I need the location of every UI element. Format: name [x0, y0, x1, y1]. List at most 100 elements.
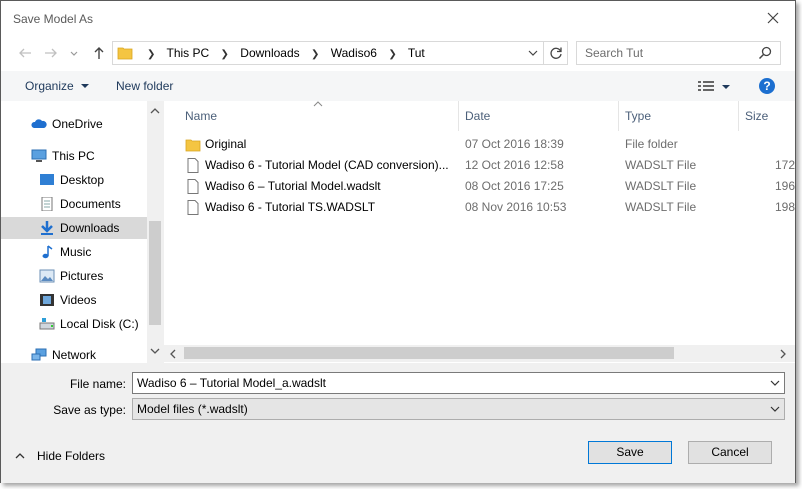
- forward-arrow-icon[interactable]: [43, 45, 59, 61]
- file-date: 08 Nov 2016 10:53: [465, 200, 567, 214]
- organize-dropdown-icon: [81, 84, 90, 88]
- scroll-up-icon[interactable]: [150, 107, 160, 115]
- sidebar-item-music[interactable]: Music: [31, 241, 147, 263]
- file-icon: [187, 200, 199, 215]
- network-icon: [31, 348, 47, 361]
- refresh-icon[interactable]: [548, 45, 564, 61]
- sidebar-item-label: OneDrive: [52, 117, 103, 131]
- sidebar-item-network[interactable]: Network: [23, 344, 147, 363]
- view-dropdown-icon[interactable]: [722, 83, 730, 91]
- file-size: 172: [775, 158, 795, 172]
- file-type: WADSLT File: [625, 200, 697, 214]
- file-row[interactable]: Wadiso 6 - Tutorial TS.WADSLT 08 Nov 201…: [164, 197, 795, 218]
- search-icon[interactable]: [758, 46, 772, 60]
- videos-icon: [40, 294, 54, 306]
- breadcrumb-separator-icon[interactable]: ❯: [388, 49, 396, 60]
- sidebar-item-downloads[interactable]: Downloads: [1, 217, 147, 239]
- title-bar: Save Model As: [1, 1, 795, 37]
- breadcrumb-wadiso6[interactable]: Wadiso6: [331, 46, 377, 60]
- computer-icon: [31, 149, 47, 162]
- back-arrow-icon[interactable]: [17, 45, 33, 61]
- file-row[interactable]: Wadiso 6 - Tutorial Model (CAD conversio…: [164, 155, 795, 176]
- file-type: WADSLT File: [625, 179, 697, 193]
- sidebar-item-videos[interactable]: Videos: [31, 289, 147, 311]
- up-arrow-icon[interactable]: [91, 45, 107, 61]
- hide-folders-label: Hide Folders: [37, 449, 106, 463]
- file-type: File folder: [625, 137, 678, 151]
- sidebar-item-label: Desktop: [60, 173, 105, 187]
- file-size: 196: [775, 179, 795, 193]
- file-list-scrollbar[interactable]: [164, 345, 795, 362]
- address-divider: [543, 42, 544, 64]
- address-bar[interactable]: ❯ This PC ❯ Downloads ❯ Wadiso6 ❯ Tut: [112, 41, 568, 65]
- disk-icon: [39, 318, 55, 330]
- help-icon[interactable]: ?: [759, 78, 775, 94]
- column-header-size[interactable]: Size: [739, 101, 795, 131]
- file-icon: [187, 179, 199, 194]
- file-type: WADSLT File: [625, 158, 697, 172]
- command-toolbar: Organize New folder ?: [1, 71, 795, 101]
- breadcrumb-separator-icon[interactable]: ❯: [311, 49, 319, 60]
- sidebar-item-this-pc[interactable]: This PC: [23, 145, 147, 167]
- search-placeholder[interactable]: Search Tut: [585, 42, 643, 64]
- savetype-value: Model files (*.wadslt): [137, 402, 248, 416]
- scroll-right-icon[interactable]: [779, 349, 787, 359]
- breadcrumb-separator-icon[interactable]: ❯: [221, 49, 229, 60]
- column-header-type[interactable]: Type: [619, 101, 739, 131]
- close-icon[interactable]: [765, 10, 781, 26]
- file-icon: [187, 158, 199, 173]
- new-folder-button[interactable]: New folder: [116, 71, 173, 101]
- sidebar-item-label: Documents: [60, 197, 121, 211]
- column-header-date[interactable]: Date: [459, 101, 619, 131]
- savetype-select[interactable]: Model files (*.wadslt): [132, 398, 785, 420]
- chevron-up-icon: [15, 453, 25, 459]
- scroll-left-icon[interactable]: [169, 349, 177, 359]
- breadcrumb-tut[interactable]: Tut: [408, 46, 425, 60]
- scroll-down-icon[interactable]: [150, 347, 160, 355]
- download-icon: [41, 221, 53, 235]
- sidebar-item-label: Network: [52, 348, 97, 362]
- search-box[interactable]: Search Tut: [576, 41, 781, 65]
- filename-input[interactable]: Wadiso 6 – Tutorial Model_a.wadslt: [132, 372, 785, 394]
- breadcrumb-this-pc[interactable]: This PC: [167, 46, 210, 60]
- recent-chevron-icon[interactable]: [69, 45, 79, 61]
- organize-label: Organize: [25, 79, 74, 93]
- view-options-icon[interactable]: [698, 80, 714, 92]
- file-size: 198: [775, 200, 795, 214]
- file-name: Wadiso 6 – Tutorial Model.wadslt: [205, 179, 381, 193]
- file-row[interactable]: Wadiso 6 – Tutorial Model.wadslt 08 Oct …: [164, 176, 795, 197]
- address-dropdown-icon[interactable]: [528, 48, 538, 58]
- sidebar-item-label: Local Disk (C:): [60, 317, 139, 331]
- sidebar-scroll-thumb[interactable]: [149, 221, 161, 325]
- sidebar-item-label: This PC: [52, 149, 95, 163]
- window-title: Save Model As: [13, 12, 94, 26]
- file-row[interactable]: Original 07 Oct 2016 18:39 File folder: [164, 134, 795, 155]
- file-date: 07 Oct 2016 18:39: [465, 137, 564, 151]
- pictures-icon: [39, 269, 55, 283]
- breadcrumb-separator-icon: ❯: [147, 49, 156, 60]
- sidebar-item-documents[interactable]: Documents: [31, 193, 147, 215]
- sidebar-scrollbar[interactable]: [147, 101, 164, 363]
- column-header-name[interactable]: Name: [164, 101, 459, 131]
- horizontal-scroll-thumb[interactable]: [184, 347, 674, 359]
- desktop-icon: [40, 174, 54, 185]
- sidebar-item-desktop[interactable]: Desktop: [31, 169, 147, 191]
- navigation-bar: ❯ This PC ❯ Downloads ❯ Wadiso6 ❯ Tut Se…: [1, 37, 795, 69]
- savetype-dropdown-icon[interactable]: [770, 404, 780, 414]
- sidebar-item-pictures[interactable]: Pictures: [31, 265, 147, 287]
- filename-label: File name:: [69, 377, 126, 391]
- file-name: Original: [205, 137, 247, 151]
- sidebar-item-local-disk[interactable]: Local Disk (C:): [31, 313, 147, 335]
- filename-dropdown-icon[interactable]: [770, 378, 780, 388]
- organize-button[interactable]: Organize: [25, 71, 90, 101]
- breadcrumb-downloads[interactable]: Downloads: [240, 46, 299, 60]
- save-button[interactable]: Save: [588, 441, 672, 464]
- navigation-pane[interactable]: OneDrive This PC Desktop Documents Downl…: [1, 101, 164, 363]
- cancel-button[interactable]: Cancel: [688, 441, 772, 464]
- sidebar-item-label: Pictures: [60, 269, 104, 283]
- sidebar-item-onedrive[interactable]: OneDrive: [23, 113, 147, 135]
- file-list[interactable]: Name Date Type Size Original 07 Oct 2016…: [164, 101, 795, 346]
- breadcrumb: ❯ This PC ❯ Downloads ❯ Wadiso6 ❯ Tut: [139, 42, 425, 64]
- sidebar-item-label: Downloads: [60, 221, 120, 235]
- save-dialog: Save Model As ❯ This PC ❯ Downloads ❯ Wa…: [0, 0, 796, 483]
